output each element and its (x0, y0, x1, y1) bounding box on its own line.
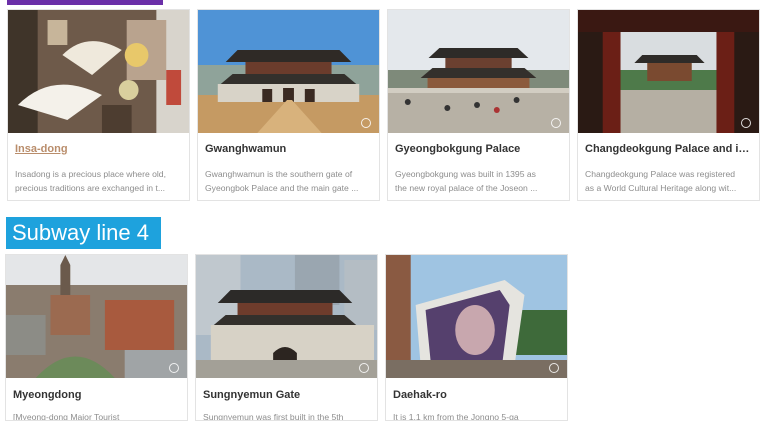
visitkorea-watermark-icon (549, 363, 559, 373)
attraction-title[interactable]: Myeongdong (13, 389, 181, 401)
gwanghwamun-photo[interactable] (198, 10, 379, 133)
daehakro-photo[interactable] (386, 255, 567, 378)
line3-section-tab (7, 0, 163, 5)
visitkorea-watermark-icon (359, 363, 369, 373)
attraction-title[interactable]: Sungnyemun Gate (203, 389, 371, 401)
gyeongbokgung-photo[interactable] (388, 10, 569, 133)
attraction-title[interactable]: Gyeongbokgung Palace (395, 143, 563, 155)
attraction-title[interactable]: Insa-dong (15, 143, 183, 155)
attraction-card-gwanghwamun[interactable]: Gwanghwamun Gwanghwamun is the southern … (197, 9, 380, 201)
attraction-title[interactable]: Changdeokgung Palace and its ... (585, 143, 753, 155)
attraction-description: Gwanghwamun is the southern gate of Gyeo… (205, 169, 359, 193)
attraction-title[interactable]: Gwanghwamun (205, 143, 373, 155)
attraction-card-daehakro[interactable]: Daehak-ro It is 1.1 km from the Jongno 5… (385, 254, 568, 421)
line4-attractions-list: Myeongdong [Myeong-dong Major Tourist Su… (5, 254, 575, 421)
visitkorea-watermark-icon (169, 363, 179, 373)
attraction-description: It is 1.1 km from the Jongno 5-ga (393, 412, 519, 421)
attraction-description: Changdeokgung Palace was registered as a… (585, 169, 737, 193)
visitkorea-watermark-icon (551, 118, 561, 128)
attraction-description: Sungnyemun was first built in the 5th (203, 412, 344, 421)
attraction-card-myeongdong[interactable]: Myeongdong [Myeong-dong Major Tourist (5, 254, 188, 421)
attraction-description: [Myeong-dong Major Tourist (13, 412, 120, 421)
line3-attractions-list: Insa-dong Insadong is a precious place w… (7, 9, 767, 201)
attraction-description: Insadong is a precious place where old, … (15, 169, 166, 193)
attraction-title[interactable]: Daehak-ro (393, 389, 561, 401)
attraction-card-insadong[interactable]: Insa-dong Insadong is a precious place w… (7, 9, 190, 201)
changdeokgung-photo[interactable] (578, 10, 759, 133)
insadong-photo[interactable] (8, 10, 189, 133)
visitkorea-watermark-icon (361, 118, 371, 128)
sungnyemun-photo[interactable] (196, 255, 377, 378)
attraction-description: Gyeongbokgung was built in 1395 as the n… (395, 169, 538, 193)
attraction-card-sungnyemun[interactable]: Sungnyemun Gate Sungnyemun was first bui… (195, 254, 378, 421)
visitkorea-watermark-icon (741, 118, 751, 128)
attraction-card-changdeokgung[interactable]: Changdeokgung Palace and its ... Changde… (577, 9, 760, 201)
attraction-card-gyeongbokgung[interactable]: Gyeongbokgung Palace Gyeongbokgung was b… (387, 9, 570, 201)
subway-line-4-heading: Subway line 4 (6, 217, 161, 249)
myeongdong-photo[interactable] (6, 255, 187, 378)
